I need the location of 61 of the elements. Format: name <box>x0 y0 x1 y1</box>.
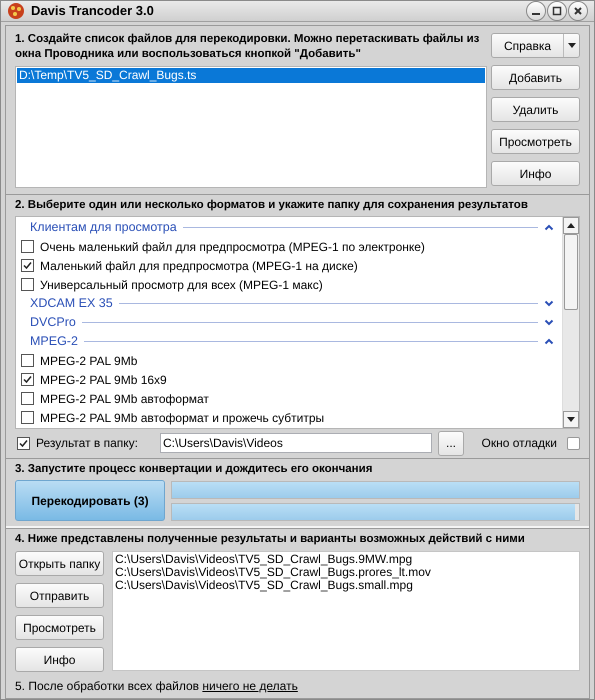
scrollbar[interactable] <box>562 217 579 428</box>
transcode-button[interactable]: Перекодировать (3) <box>15 480 165 521</box>
group-header[interactable]: MPEG-2 <box>30 332 78 351</box>
format-option-label: MPEG-2 PAL 9Mb 16x9 <box>40 372 167 388</box>
file-list[interactable]: D:\Temp\TV5_SD_Crawl_Bugs.ts <box>15 66 487 188</box>
format-option-label: Очень маленький файл для предпросмотра (MPEG-1 по электронке) <box>40 238 425 256</box>
output-folder-label: Результат в папку: <box>36 435 140 452</box>
scroll-down-arrow-icon[interactable] <box>567 417 575 422</box>
result-file-item[interactable]: C:\Users\Davis\Videos\TV5_SD_Crawl_Bugs.prores_lt.mov <box>115 566 577 579</box>
group-header[interactable]: Клиентам для просмотра <box>30 218 177 237</box>
format-option-label: Универсальный просмотр для всех (MPEG-1 макс) <box>40 276 323 294</box>
format-option-label: MPEG-2 PAL 9Mb <box>40 352 138 370</box>
format-option-label: MPEG-2 PAL 9Mb автоформат и прожечь субтитры <box>40 410 324 426</box>
minimize-button[interactable] <box>526 1 546 21</box>
action-button[interactable]: Инфо <box>491 161 580 186</box>
debug-window-label: Окно отладки <box>482 435 557 452</box>
file-list-item[interactable]: D:\Temp\TV5_SD_Crawl_Bugs.ts <box>17 68 485 83</box>
after-action-link[interactable]: ничего не делать <box>202 679 298 693</box>
action-button[interactable]: Просмотреть <box>15 615 104 640</box>
result-file-item[interactable]: C:\Users\Davis\Videos\TV5_SD_Crawl_Bugs.small.mpg <box>115 579 577 592</box>
group-header[interactable]: XDCAM EX 35 <box>30 294 113 313</box>
dropdown-arrow-icon[interactable] <box>563 34 579 57</box>
expand-chevron-icon[interactable] <box>544 319 554 326</box>
checkbox[interactable] <box>21 392 34 405</box>
checkbox[interactable] <box>17 436 30 450</box>
checkbox[interactable] <box>21 354 34 367</box>
checkbox[interactable] <box>21 240 34 253</box>
checkbox[interactable] <box>21 373 34 386</box>
result-file-item[interactable]: C:\Users\Davis\Videos\TV5_SD_Crawl_Bugs.9MW.mpg <box>115 553 577 566</box>
action-button[interactable]: Открыть папку <box>15 551 104 576</box>
app-logo-icon <box>7 2 25 20</box>
maximize-button[interactable] <box>547 1 567 21</box>
group-header[interactable]: DVCPro <box>30 313 76 332</box>
checkbox[interactable] <box>21 411 34 424</box>
expand-chevron-icon[interactable] <box>544 300 554 307</box>
action-button[interactable]: Инфо <box>15 647 104 672</box>
section-heading: 1. Создайте список файлов для перекодировки. Можно перетаскивать файлы из окна Проводника или воспользоваться кнопкой "Добавить" <box>15 32 480 62</box>
action-button[interactable]: Просмотреть <box>491 129 580 154</box>
format-option-label: MPEG-2 PAL 9Mb автоформат <box>40 390 209 408</box>
after-processing-text: 5. После обработки всех файлов ничего не делать <box>15 678 299 695</box>
checkbox[interactable] <box>21 259 34 272</box>
results-list[interactable]: C:\Users\Davis\Videos\TV5_SD_Crawl_Bugs.9MW.mpg C:\Users\Davis\Videos\TV5_SD_Crawl_Bugs.prores_lt.mov C:\Users\Davis\Videos\TV5_SD_Crawl_Bugs.small.mpg <box>112 551 580 671</box>
checkbox[interactable] <box>567 436 580 450</box>
close-button[interactable] <box>568 1 588 21</box>
action-button[interactable]: Отправить <box>15 583 104 608</box>
section-heading: 3. Запустите процесс конвертации и дождитесь его окончания <box>15 462 374 477</box>
minimize-icon <box>532 12 540 14</box>
output-folder-field[interactable]: C:\Users\Davis\Videos <box>160 433 432 453</box>
checkbox[interactable] <box>21 278 34 291</box>
collapse-chevron-icon[interactable] <box>544 338 554 345</box>
action-button[interactable]: Добавить <box>491 65 580 90</box>
browse-button[interactable]: ... <box>438 430 464 456</box>
scroll-up-arrow-icon[interactable] <box>567 223 575 228</box>
format-option-label: Маленький файл для предпросмотра (MPEG-1 на диске) <box>40 258 358 274</box>
action-button[interactable]: Удалить <box>491 97 580 122</box>
section-heading: 4. Ниже представлены полученные результаты и варианты возможных действий с ними <box>15 532 526 547</box>
section-heading: 2. Выберите один или несколько форматов и укажите папку для сохранения результатов <box>15 198 529 213</box>
window-title: Davis Trancoder 3.0 <box>31 2 155 20</box>
close-icon <box>572 5 584 17</box>
maximize-icon <box>551 5 563 17</box>
collapse-chevron-icon[interactable] <box>544 224 554 231</box>
